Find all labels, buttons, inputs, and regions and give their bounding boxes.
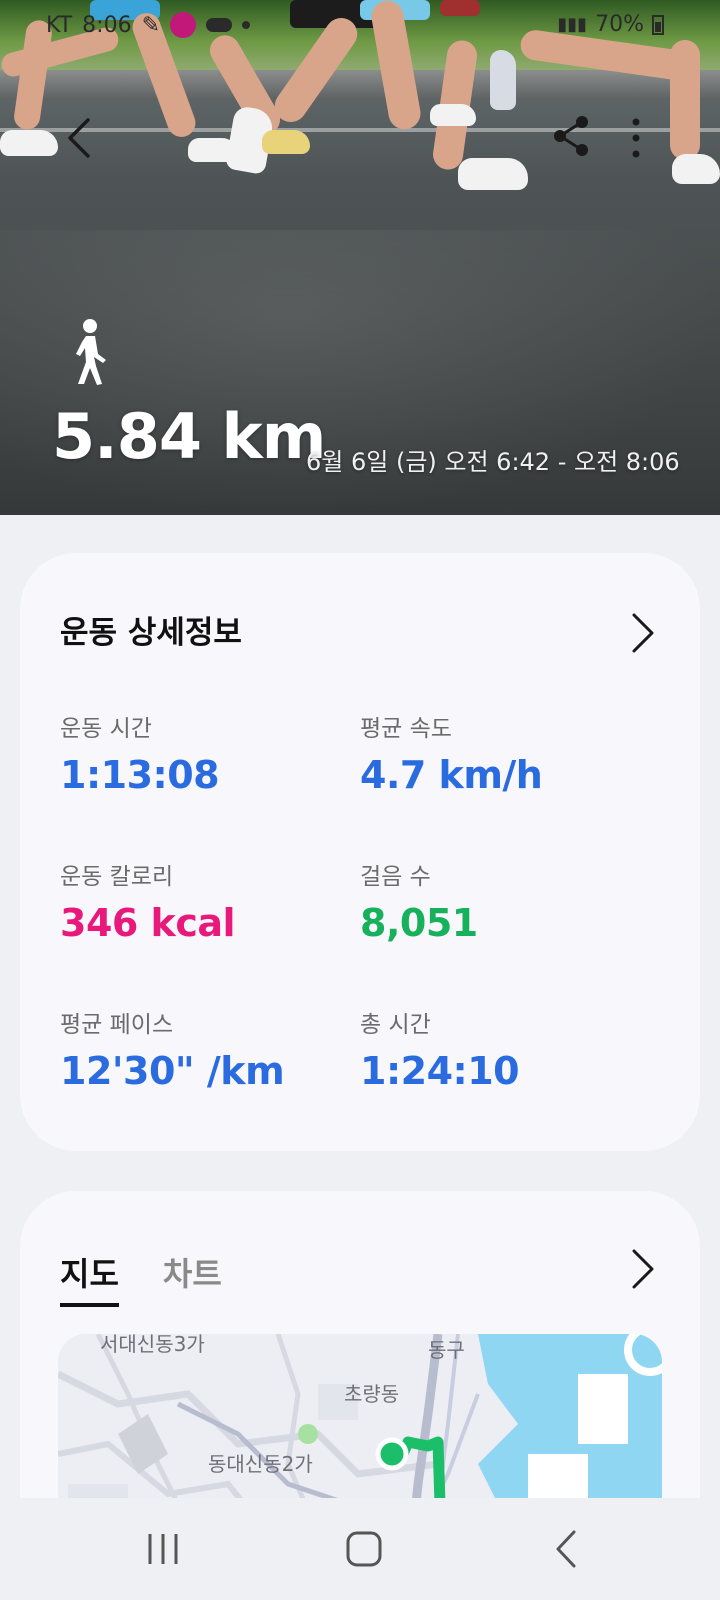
chevron-left-icon [68, 118, 90, 158]
back-icon[interactable] [552, 1526, 582, 1572]
stat-value: 8,051 [360, 901, 478, 945]
map-place-label: 서대신동3가 [100, 1334, 205, 1356]
tab-chart[interactable]: 차트 [163, 1249, 222, 1307]
stat-label: 총 시간 [360, 1012, 431, 1038]
map-chart-tabs: 지도 차트 [60, 1249, 222, 1307]
clock: 8:06 [82, 12, 132, 38]
pen-icon: ✎ [141, 12, 161, 38]
stat-average-speed: 평균 속도 4.7 km/h [360, 709, 640, 797]
lane-line [0, 128, 720, 132]
chevron-right-icon[interactable] [628, 611, 656, 655]
status-bar: KT 8:06 ✎ ▮▮▮ 70% [0, 0, 720, 52]
workout-details-card[interactable]: 운동 상세정보 운동 시간 1:13:08 평균 속도 4.7 km/h 운동 … [20, 553, 700, 1151]
map-place-label: 동대신동2가 [208, 1452, 313, 1476]
cloud-icon [206, 18, 233, 32]
walking-person-icon [76, 319, 106, 385]
stat-workout-time: 운동 시간 1:13:08 [60, 709, 340, 797]
stat-label: 운동 시간 [60, 716, 152, 742]
route-start-marker [375, 1437, 409, 1471]
stat-label: 평균 페이스 [60, 1012, 174, 1038]
busan-app-icon [170, 12, 197, 38]
battery-icon [652, 14, 664, 35]
stat-value: 1:13:08 [60, 753, 220, 797]
map-place-label: 동구 [428, 1338, 465, 1362]
more-vertical-icon [632, 118, 640, 158]
stat-calories: 운동 칼로리 346 kcal [60, 857, 340, 945]
curb-background [0, 70, 720, 100]
tab-map[interactable]: 지도 [60, 1249, 119, 1307]
map-place-label: 초량동 [344, 1382, 400, 1406]
carrier-label: KT [46, 12, 73, 38]
distance-value: 5.84 km [52, 400, 326, 473]
stat-steps: 걸음 수 8,051 [360, 857, 640, 945]
recents-icon[interactable] [146, 1526, 180, 1572]
stat-value: 4.7 km/h [360, 753, 543, 797]
stat-average-pace: 평균 페이스 12'30" /km [60, 1005, 340, 1093]
notification-dot-icon [242, 21, 251, 29]
stat-value: 12'30" /km [60, 1049, 285, 1093]
hero-image: KT 8:06 ✎ ▮▮▮ 70% 5.84 km 6월 6일 (금) 오전 6… [0, 0, 720, 515]
stat-label: 운동 칼로리 [60, 864, 174, 890]
details-title: 운동 상세정보 [60, 615, 242, 651]
stat-value: 1:24:10 [360, 1049, 520, 1093]
chevron-right-icon[interactable] [628, 1247, 656, 1291]
system-navigation-bar [0, 1498, 720, 1600]
stat-value: 346 kcal [60, 901, 236, 945]
stat-label: 평균 속도 [360, 716, 452, 742]
more-options-button[interactable] [624, 114, 648, 162]
share-button[interactable] [552, 114, 592, 158]
share-icon [554, 116, 588, 156]
wifi-signal-icon: ▮▮▮ [557, 14, 588, 35]
workout-date-range: 6월 6일 (금) 오전 6:42 - 오전 8:06 [306, 448, 680, 476]
stat-total-time: 총 시간 1:24:10 [360, 1005, 640, 1093]
battery-percent: 70% [595, 12, 644, 37]
back-button[interactable] [58, 112, 102, 164]
home-icon[interactable] [344, 1526, 384, 1572]
stat-label: 걸음 수 [360, 864, 431, 890]
